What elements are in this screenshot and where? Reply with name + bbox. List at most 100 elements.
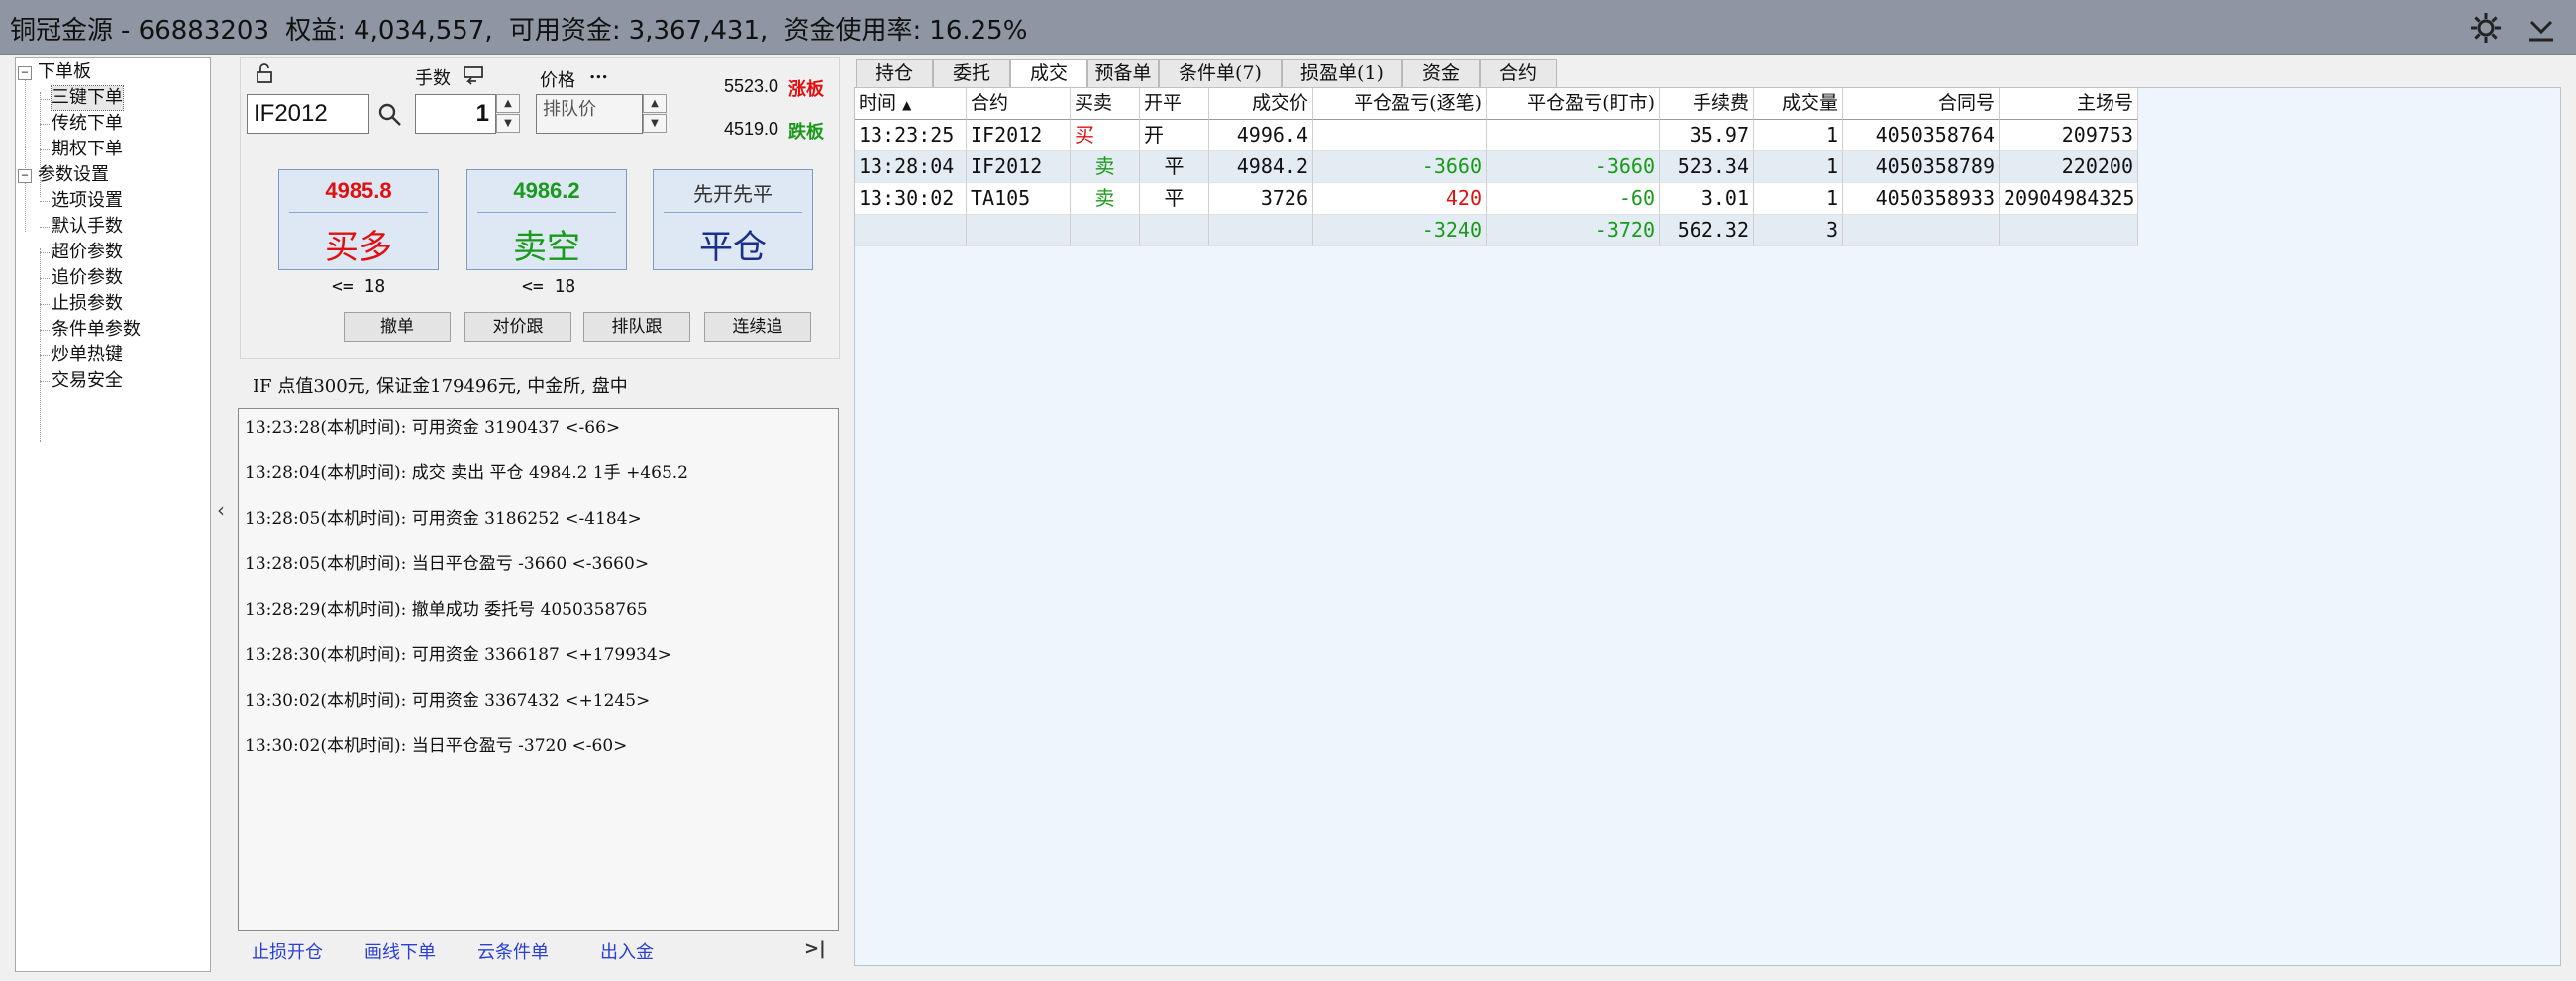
tree-item-over-price[interactable]: 超价参数	[52, 241, 123, 264]
scroll-to-end-button[interactable]: >|	[804, 938, 826, 959]
gear-icon[interactable]	[2468, 10, 2504, 46]
cell-fee: 523.34	[1660, 151, 1754, 183]
limit-up-price: 5523.0	[724, 76, 779, 96]
tab-conditional-orders[interactable]: 条件单(7)	[1159, 59, 1282, 87]
column-header-volume[interactable]: 成交量	[1754, 88, 1843, 120]
continuous-chase-button[interactable]: 连续追	[704, 312, 811, 342]
tab-funds[interactable]: 资金	[1402, 59, 1480, 87]
tab-orders[interactable]: 委托	[933, 59, 1010, 87]
total-fee: 562.32	[1660, 215, 1754, 246]
limit-down-label: 跌板	[788, 122, 824, 143]
sell-limit: <= 18	[522, 276, 576, 297]
cell-side: 卖	[1071, 183, 1140, 215]
collapse-panel-button[interactable]: ‹	[212, 495, 230, 525]
cell-time: 13:23:25	[855, 120, 967, 151]
collapse-toggle-icon[interactable]: −	[18, 66, 32, 80]
cell-side	[1071, 215, 1140, 246]
price-up-button[interactable]: ▲	[643, 94, 667, 113]
fund-transfer-link[interactable]: 出入金	[600, 938, 654, 964]
tree-item-conditional-order[interactable]: 条件单参数	[52, 318, 141, 342]
minimize-icon[interactable]	[2524, 10, 2559, 46]
lots-up-button[interactable]: ▲	[496, 94, 520, 113]
tree-item-stop-loss[interactable]: 止损参数	[52, 292, 123, 316]
contract-input[interactable]: IF2012	[247, 94, 369, 134]
trades-table: 时间 ▲ 合约 买卖 开平 成交价 平仓盈亏(逐笔) 平仓盈亏(盯市) 手续费 …	[854, 87, 2561, 966]
tree-item-option-order[interactable]: 期权下单	[52, 138, 123, 161]
cell-open-close: 平	[1140, 183, 1209, 215]
reset-lots-icon[interactable]	[463, 64, 486, 86]
tab-trades[interactable]: 成交	[1010, 59, 1087, 89]
cell-contract-no: 4050358933	[1843, 183, 2000, 215]
lots-label: 手数	[415, 68, 451, 89]
cancel-order-button[interactable]: 撤单	[344, 312, 451, 342]
cell-price: 4984.2	[1209, 151, 1313, 183]
total-pnl-per-trade: -3240	[1313, 215, 1487, 246]
contract-info: IF 点值300元, 保证金179496元, 中金所, 盘中	[253, 376, 628, 397]
cell-contract-no: 4050358764	[1843, 120, 2000, 151]
tree-group-order-board[interactable]: 下单板	[38, 60, 91, 84]
tree-item-security[interactable]: 交易安全	[52, 369, 123, 393]
cell-open-close: 平	[1140, 151, 1209, 183]
column-header-exchange-no[interactable]: 主场号	[2000, 88, 2138, 120]
tab-contracts[interactable]: 合约	[1480, 59, 1557, 87]
sort-indicator-icon: ▲	[902, 98, 912, 112]
cell-pnl-mark-to-market: -60	[1487, 183, 1660, 215]
app-name: 铜冠金源	[10, 16, 114, 46]
cell-fee: 3.01	[1660, 183, 1754, 215]
cell-price: 4996.4	[1209, 120, 1313, 151]
unlock-icon[interactable]	[255, 62, 276, 84]
column-header-side[interactable]: 买卖	[1071, 88, 1140, 120]
tab-stop-orders[interactable]: 损盈单(1)	[1282, 59, 1402, 87]
log-entry: 13:30:02(本机时间): 可用资金 3367432 <+1245>	[245, 691, 651, 711]
cell-price: 3726	[1209, 183, 1313, 215]
message-log: 13:23:28(本机时间): 可用资金 3190437 <-66> 13:28…	[238, 408, 839, 931]
sell-short-button[interactable]: 4986.2 卖空	[466, 169, 627, 270]
lots-input[interactable]: 1	[415, 94, 496, 134]
cell-contract	[967, 215, 1071, 246]
close-position-button[interactable]: 先开先平 平仓	[653, 169, 813, 270]
close-mode-label: 先开先平	[693, 182, 773, 206]
price-label: 价格	[540, 70, 575, 91]
equity-label: 权益:	[285, 16, 347, 46]
tree-item-options[interactable]: 选项设置	[52, 189, 123, 213]
cell-contract: IF2012	[967, 151, 1071, 183]
follow-queue-price-button[interactable]: 排队跟	[583, 312, 690, 342]
column-header-price[interactable]: 成交价	[1209, 88, 1313, 120]
tree-group-settings[interactable]: 参数设置	[38, 163, 109, 187]
cloud-conditional-link[interactable]: 云条件单	[477, 938, 549, 964]
price-down-button[interactable]: ▼	[643, 114, 667, 133]
total-volume: 3	[1754, 215, 1843, 246]
line-order-link[interactable]: 画线下单	[364, 938, 436, 964]
search-icon[interactable]	[377, 102, 403, 128]
usage-value: 16.25%	[929, 16, 1028, 46]
tree-item-three-key-order[interactable]: 三键下单	[51, 85, 124, 111]
tree-item-default-lots[interactable]: 默认手数	[52, 215, 123, 239]
price-more[interactable]: ...	[589, 62, 608, 83]
collapse-toggle-icon[interactable]: −	[18, 169, 32, 183]
column-header-fee[interactable]: 手续费	[1660, 88, 1754, 120]
tree-item-traditional-order[interactable]: 传统下单	[52, 112, 123, 136]
cell-contract-no	[1843, 215, 2000, 246]
price-mode-select[interactable]: 排队价	[536, 94, 643, 134]
column-header-contract-no[interactable]: 合同号	[1843, 88, 2000, 120]
cell-side: 卖	[1071, 151, 1140, 183]
limit-down-price: 4519.0	[724, 119, 779, 139]
tree-item-chase-price[interactable]: 追价参数	[52, 266, 123, 290]
tab-prepared-orders[interactable]: 预备单	[1087, 59, 1159, 87]
tab-positions[interactable]: 持仓	[856, 59, 933, 87]
column-header-time[interactable]: 时间 ▲	[855, 88, 967, 120]
title-bar: 铜冠金源 - 66883203 权益: 4,034,557, 可用资金: 3,367,…	[0, 0, 2576, 55]
available-value: 3,367,431,	[628, 16, 769, 46]
cell-exchange-no	[2000, 215, 2138, 246]
stop-loss-open-link[interactable]: 止损开仓	[252, 938, 323, 964]
column-header-pnl-per-trade[interactable]: 平仓盈亏(逐笔)	[1313, 88, 1487, 120]
cell-fee: 35.97	[1660, 120, 1754, 151]
column-header-pnl-mark-to-market[interactable]: 平仓盈亏(盯市)	[1487, 88, 1660, 120]
tree-item-hotkeys[interactable]: 炒单热键	[52, 343, 123, 367]
follow-counter-price-button[interactable]: 对价跟	[464, 312, 571, 342]
buy-long-button[interactable]: 4985.8 买多	[278, 169, 439, 270]
column-header-open-close[interactable]: 开平	[1140, 88, 1209, 120]
log-entry: 13:28:05(本机时间): 可用资金 3186252 <-4184>	[245, 509, 642, 529]
lots-down-button[interactable]: ▼	[496, 114, 520, 133]
column-header-contract[interactable]: 合约	[967, 88, 1071, 120]
